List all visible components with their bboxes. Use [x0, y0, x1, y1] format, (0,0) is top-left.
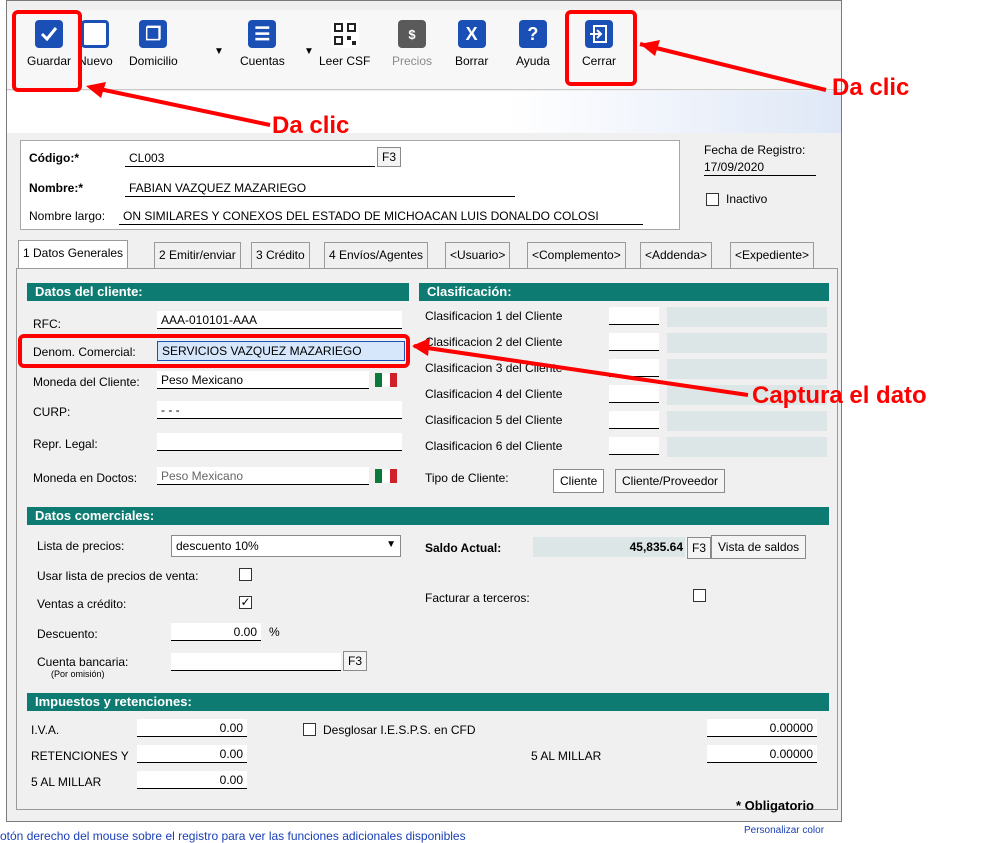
capture-callout: Captura el dato	[752, 382, 927, 409]
annotation-arrows	[86, 40, 827, 397]
capture-arrow-head	[412, 338, 430, 356]
save-arrow	[89, 85, 271, 127]
save-arrow-head	[86, 82, 106, 98]
capture-arrow	[413, 344, 749, 397]
close-arrow	[639, 42, 827, 92]
close-arrow-head	[640, 40, 660, 56]
click-callout-close: Da clic	[832, 74, 910, 101]
click-callout-save: Da clic	[272, 112, 350, 139]
